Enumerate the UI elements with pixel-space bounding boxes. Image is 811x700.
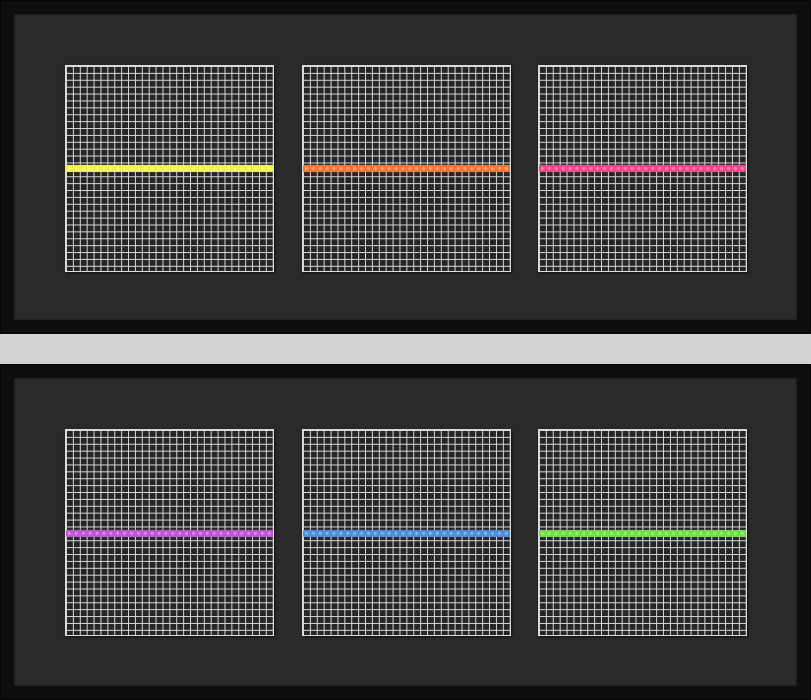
artwork-photograph — [0, 0, 811, 700]
top-mat-board — [14, 14, 797, 320]
yellow-grid-panel — [65, 65, 274, 272]
bottom-picture-frame — [0, 364, 811, 700]
purple-stripe — [66, 530, 273, 537]
orange-stripe — [303, 165, 510, 172]
bottom-mat-board — [14, 378, 797, 686]
green-stripe — [539, 530, 746, 537]
orange-grid-panel — [302, 65, 511, 272]
purple-grid-panel — [65, 429, 274, 636]
pink-grid-panel — [538, 65, 747, 272]
yellow-stripe — [66, 165, 273, 172]
blue-grid-panel — [302, 429, 511, 636]
top-picture-frame — [0, 0, 811, 334]
green-grid-panel — [538, 429, 747, 636]
pink-stripe — [539, 165, 746, 172]
blue-stripe — [303, 530, 510, 537]
